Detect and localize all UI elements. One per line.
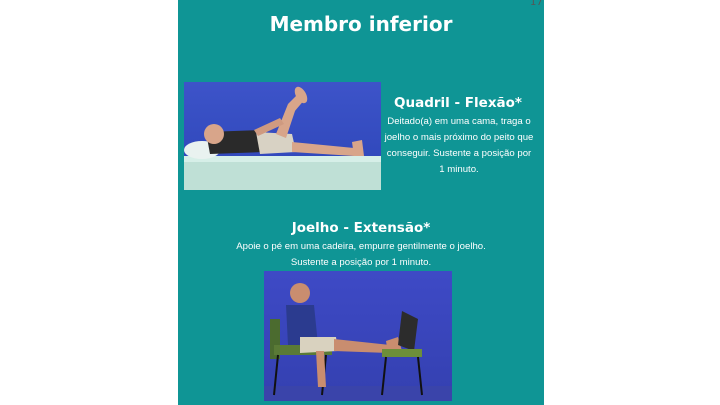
extended-foot [352, 140, 364, 156]
hip-flexion-title: Quadril - Flexão* [394, 95, 522, 111]
hip-flexion-description: Deitado(a) em uma cama, traga o joelho o… [384, 116, 534, 175]
knee-extension-photo [264, 271, 452, 401]
person-shorts [300, 337, 338, 353]
hip-flexion-photo [184, 82, 381, 190]
extended-leg [334, 339, 390, 353]
knee-extension-description: Apoie o pé em uma cadeira, empurre genti… [236, 241, 486, 268]
knee-extension-illustration [264, 283, 452, 401]
head [204, 124, 224, 144]
lower-leg [316, 351, 326, 387]
page-title: Membro inferior [269, 12, 453, 36]
shorts [256, 132, 296, 154]
knee-extension-title: Joelho - Extensão* [291, 220, 431, 236]
extended-leg [292, 142, 354, 156]
floor [264, 386, 452, 401]
person-head [290, 283, 310, 303]
page-number: 17 [530, 0, 543, 8]
right-chair-back [398, 311, 418, 351]
bed [184, 160, 381, 190]
hip-flexion-illustration [184, 86, 381, 190]
right-chair-seat [382, 349, 422, 357]
